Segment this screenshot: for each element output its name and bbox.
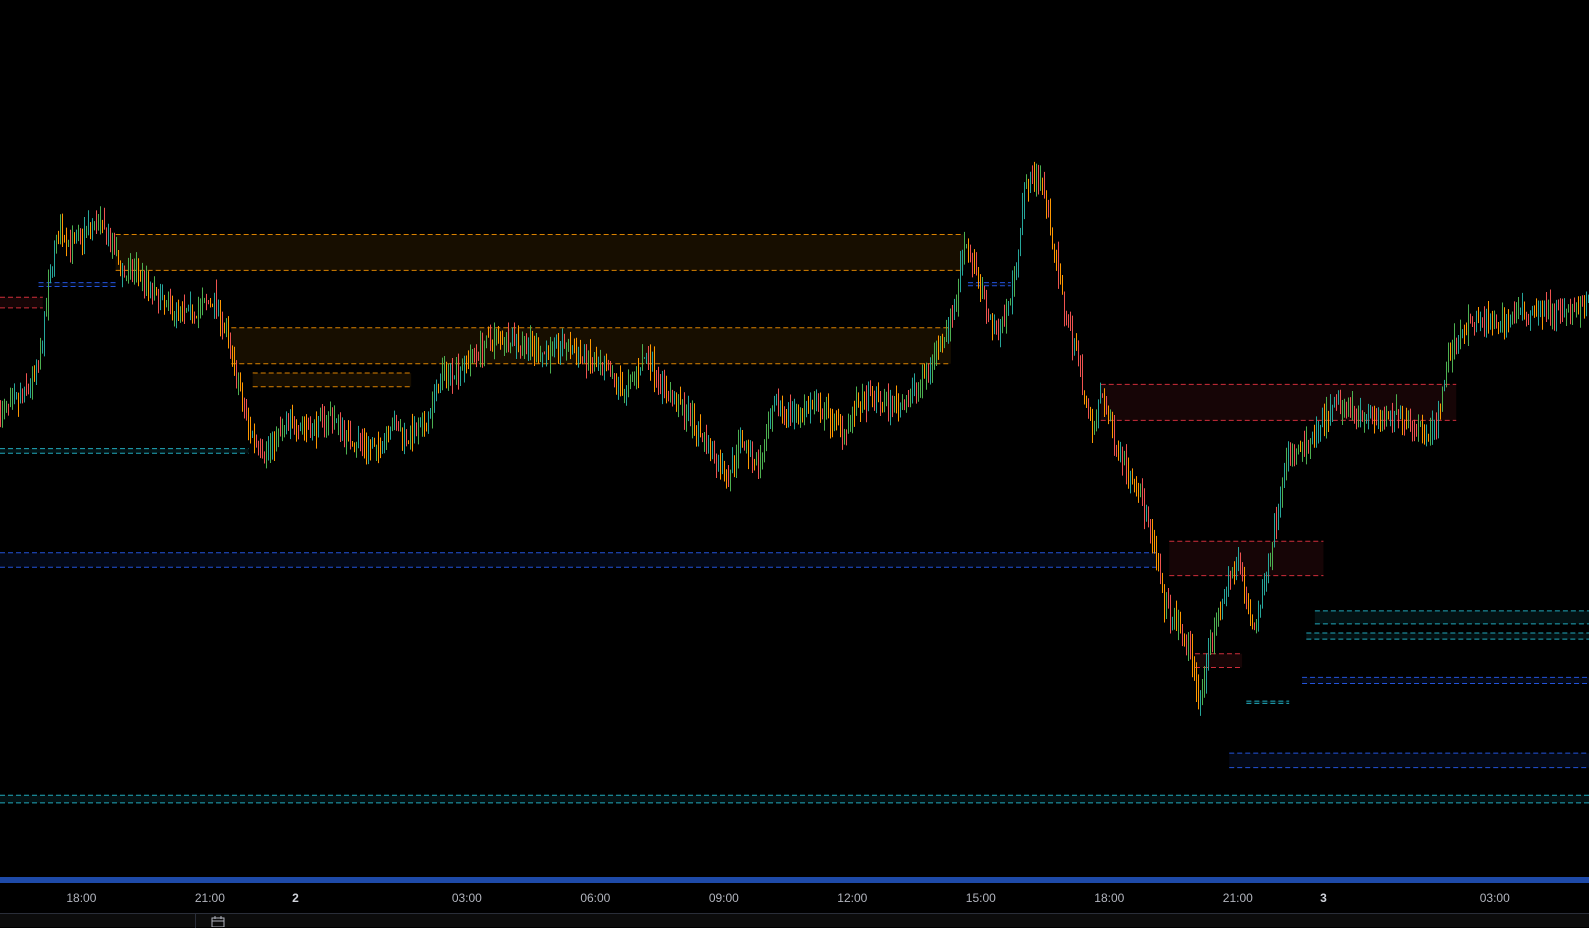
zone-demand-9[interactable] — [1302, 676, 1589, 685]
time-tick-label: 18:00 — [1094, 891, 1125, 905]
toolbar-divider — [195, 914, 196, 928]
time-tick-label: 15:00 — [965, 891, 996, 905]
zone-demand-7[interactable] — [0, 552, 1157, 568]
time-tick-label: 03:00 — [451, 891, 482, 905]
zone-supply-1[interactable] — [231, 327, 951, 365]
zone-demand-8[interactable] — [1229, 752, 1589, 769]
time-axis[interactable]: 18:00 21:00 2 03:00 06:00 09:00 12:00 15:00 18:0… — [0, 877, 1589, 913]
zone-supply-0[interactable] — [115, 233, 964, 271]
bottom-toolbar — [0, 913, 1589, 928]
zone-support-12[interactable] — [0, 448, 249, 454]
zone-support-13[interactable] — [1314, 610, 1589, 625]
time-tick-label: 21:00 — [1222, 891, 1253, 905]
time-tick-label: 2 — [292, 891, 299, 905]
time-tick-label: 09:00 — [708, 891, 739, 905]
zone-supply-2[interactable] — [252, 372, 412, 388]
zone-demand-11[interactable] — [967, 282, 1011, 287]
zone-support-16[interactable] — [0, 794, 1589, 804]
time-tick-label: 3 — [1320, 891, 1327, 905]
zone-support-14[interactable] — [1306, 632, 1589, 640]
time-tick-label: 18:00 — [66, 891, 97, 905]
time-tick-label: 12:00 — [837, 891, 868, 905]
price-chart[interactable] — [0, 0, 1589, 877]
calendar-icon[interactable] — [210, 915, 226, 927]
zones-layer — [0, 233, 1589, 804]
zone-supply-6[interactable] — [1194, 653, 1243, 668]
zone-supply-5[interactable] — [1169, 540, 1324, 577]
zone-supply-3[interactable] — [0, 296, 43, 309]
time-tick-label: 06:00 — [580, 891, 611, 905]
time-tick-label: 21:00 — [194, 891, 225, 905]
time-tick-label: 03:00 — [1479, 891, 1510, 905]
zone-support-15[interactable] — [1246, 700, 1290, 704]
chart-area[interactable] — [0, 0, 1589, 877]
